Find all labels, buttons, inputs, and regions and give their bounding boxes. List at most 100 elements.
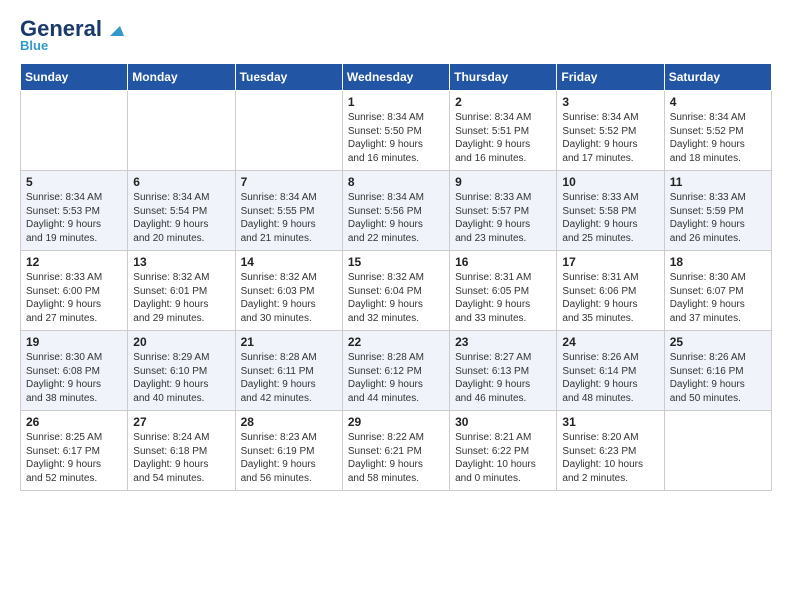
week-row-2: 5Sunrise: 8:34 AM Sunset: 5:53 PM Daylig… [21,171,772,251]
calendar-cell: 9 Sunrise: 8:33 AM Sunset: 5:57 PM Daylig… [450,171,557,251]
day-number: 10 [562,175,658,189]
day-info: Sunrise: 8:21 AM Sunset: 6:22 PM Dayligh… [455,431,551,485]
calendar-cell [21,91,128,171]
day-number: 9 [455,175,551,189]
day-number: 30 [455,415,551,429]
day-of-week-saturday: Saturday [664,64,771,91]
day-number: 22 [348,335,444,349]
calendar-cell: 16 Sunrise: 8:31 AM Sunset: 6:05 PM Dayli… [450,251,557,331]
day-info: Sunrise: 8:20 AM Sunset: 6:23 PM Dayligh… [562,431,658,485]
day-number: 16 [455,255,551,269]
day-info: Sunrise: 8:34 AM Sunset: 5:55 PM Dayligh… [241,191,337,245]
calendar-cell: 7 Sunrise: 8:34 AM Sunset: 5:55 PM Daylig… [235,171,342,251]
day-number: 13 [133,255,229,269]
day-info: Sunrise: 8:34 AM Sunset: 5:52 PM Dayligh… [562,111,658,165]
week-row-1: 1 Sunrise: 8:34 AM Sunset: 5:50 PM Daylig… [21,91,772,171]
logo-general: General [20,18,102,40]
calendar-cell: 12 Sunrise: 8:33 AM Sunset: 6:00 PM Dayli… [21,251,128,331]
day-number: 1 [348,95,444,109]
day-info: Sunrise: 8:31 AM Sunset: 6:05 PM Dayligh… [455,271,551,325]
calendar-cell: 30 Sunrise: 8:21 AM Sunset: 6:22 PM Dayli… [450,411,557,491]
calendar-cell: 17Sunrise: 8:31 AM Sunset: 6:06 PM Dayli… [557,251,664,331]
calendar-cell: 31 Sunrise: 8:20 AM Sunset: 6:23 PM Dayli… [557,411,664,491]
day-number: 21 [241,335,337,349]
day-number: 15 [348,255,444,269]
day-info: Sunrise: 8:33 AM Sunset: 5:59 PM Dayligh… [670,191,766,245]
logo-icon [104,18,126,40]
day-of-week-friday: Friday [557,64,664,91]
day-number: 18 [670,255,766,269]
day-info: Sunrise: 8:26 AM Sunset: 6:14 PM Dayligh… [562,351,658,405]
day-info: Sunrise: 8:34 AM Sunset: 5:50 PM Dayligh… [348,111,444,165]
calendar-cell: 19 Sunrise: 8:30 AM Sunset: 6:08 PM Dayli… [21,331,128,411]
calendar-cell: 8Sunrise: 8:34 AM Sunset: 5:56 PM Daylig… [342,171,449,251]
header: General Blue [20,18,772,53]
day-info: Sunrise: 8:32 AM Sunset: 6:04 PM Dayligh… [348,271,444,325]
day-number: 12 [26,255,122,269]
day-info: Sunrise: 8:33 AM Sunset: 5:57 PM Dayligh… [455,191,551,245]
week-row-4: 19 Sunrise: 8:30 AM Sunset: 6:08 PM Dayli… [21,331,772,411]
day-number: 24 [562,335,658,349]
day-number: 2 [455,95,551,109]
calendar-cell: 15 Sunrise: 8:32 AM Sunset: 6:04 PM Dayli… [342,251,449,331]
calendar-cell: 4Sunrise: 8:34 AM Sunset: 5:52 PM Daylig… [664,91,771,171]
day-info: Sunrise: 8:33 AM Sunset: 6:00 PM Dayligh… [26,271,122,325]
day-number: 19 [26,335,122,349]
calendar-cell: 14Sunrise: 8:32 AM Sunset: 6:03 PM Dayli… [235,251,342,331]
day-info: Sunrise: 8:30 AM Sunset: 6:08 PM Dayligh… [26,351,122,405]
day-number: 25 [670,335,766,349]
calendar-table: SundayMondayTuesdayWednesdayThursdayFrid… [20,63,772,491]
day-info: Sunrise: 8:34 AM Sunset: 5:54 PM Dayligh… [133,191,229,245]
day-info: Sunrise: 8:28 AM Sunset: 6:11 PM Dayligh… [241,351,337,405]
day-number: 6 [133,175,229,189]
day-info: Sunrise: 8:22 AM Sunset: 6:21 PM Dayligh… [348,431,444,485]
calendar-cell: 28 Sunrise: 8:23 AM Sunset: 6:19 PM Dayli… [235,411,342,491]
calendar-cell: 10Sunrise: 8:33 AM Sunset: 5:58 PM Dayli… [557,171,664,251]
day-number: 27 [133,415,229,429]
day-number: 8 [348,175,444,189]
day-of-week-wednesday: Wednesday [342,64,449,91]
calendar-cell: 27 Sunrise: 8:24 AM Sunset: 6:18 PM Dayli… [128,411,235,491]
day-info: Sunrise: 8:30 AM Sunset: 6:07 PM Dayligh… [670,271,766,325]
calendar-cell: 25 Sunrise: 8:26 AM Sunset: 6:16 PM Dayli… [664,331,771,411]
day-of-week-sunday: Sunday [21,64,128,91]
calendar-cell: 3 Sunrise: 8:34 AM Sunset: 5:52 PM Daylig… [557,91,664,171]
day-info: Sunrise: 8:25 AM Sunset: 6:17 PM Dayligh… [26,431,122,485]
day-info: Sunrise: 8:24 AM Sunset: 6:18 PM Dayligh… [133,431,229,485]
week-row-5: 26 Sunrise: 8:25 AM Sunset: 6:17 PM Dayli… [21,411,772,491]
day-number: 14 [241,255,337,269]
day-number: 23 [455,335,551,349]
day-info: Sunrise: 8:34 AM Sunset: 5:51 PM Dayligh… [455,111,551,165]
page: General Blue SundayMondayTuesdayWednesda… [0,0,792,509]
calendar-cell: 24 Sunrise: 8:26 AM Sunset: 6:14 PM Dayli… [557,331,664,411]
day-number: 3 [562,95,658,109]
calendar-cell: 29 Sunrise: 8:22 AM Sunset: 6:21 PM Dayli… [342,411,449,491]
day-info: Sunrise: 8:23 AM Sunset: 6:19 PM Dayligh… [241,431,337,485]
day-number: 29 [348,415,444,429]
day-of-week-monday: Monday [128,64,235,91]
header-row: SundayMondayTuesdayWednesdayThursdayFrid… [21,64,772,91]
calendar-cell: 13 Sunrise: 8:32 AM Sunset: 6:01 PM Dayli… [128,251,235,331]
calendar-cell [128,91,235,171]
calendar-cell: 6 Sunrise: 8:34 AM Sunset: 5:54 PM Daylig… [128,171,235,251]
day-info: Sunrise: 8:26 AM Sunset: 6:16 PM Dayligh… [670,351,766,405]
logo-blue: Blue [20,38,48,53]
calendar-cell: 23 Sunrise: 8:27 AM Sunset: 6:13 PM Dayli… [450,331,557,411]
calendar-cell: 11 Sunrise: 8:33 AM Sunset: 5:59 PM Dayli… [664,171,771,251]
week-row-3: 12 Sunrise: 8:33 AM Sunset: 6:00 PM Dayli… [21,251,772,331]
day-number: 26 [26,415,122,429]
day-info: Sunrise: 8:34 AM Sunset: 5:53 PM Dayligh… [26,191,122,245]
calendar-cell [235,91,342,171]
calendar-cell [664,411,771,491]
calendar-cell: 22Sunrise: 8:28 AM Sunset: 6:12 PM Dayli… [342,331,449,411]
day-number: 7 [241,175,337,189]
day-number: 28 [241,415,337,429]
day-number: 31 [562,415,658,429]
calendar-cell: 20Sunrise: 8:29 AM Sunset: 6:10 PM Dayli… [128,331,235,411]
day-info: Sunrise: 8:34 AM Sunset: 5:52 PM Dayligh… [670,111,766,165]
day-number: 11 [670,175,766,189]
day-info: Sunrise: 8:32 AM Sunset: 6:01 PM Dayligh… [133,271,229,325]
day-info: Sunrise: 8:27 AM Sunset: 6:13 PM Dayligh… [455,351,551,405]
calendar-cell: 26 Sunrise: 8:25 AM Sunset: 6:17 PM Dayli… [21,411,128,491]
day-of-week-thursday: Thursday [450,64,557,91]
